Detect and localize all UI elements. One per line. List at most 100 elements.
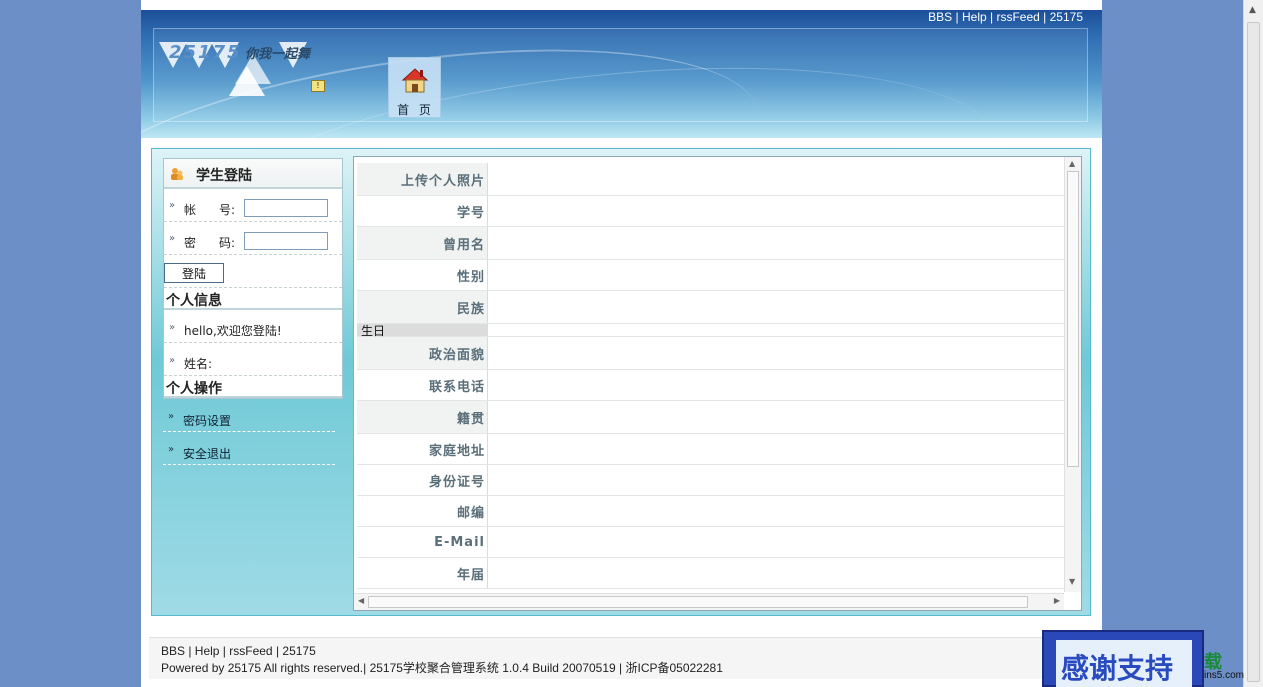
form-vertical-scrollbar[interactable]: ▲ ▼ bbox=[1064, 157, 1081, 592]
scroll-left-icon[interactable]: ◀ bbox=[358, 596, 364, 605]
personal-ops-title-text: 个人操作 bbox=[166, 381, 222, 397]
form-row-political-status: 政治面貌 bbox=[357, 337, 1064, 370]
browser-scrollbar[interactable]: ▲ bbox=[1243, 0, 1263, 687]
scroll-up-icon[interactable]: ▲ bbox=[1249, 5, 1256, 15]
form-label: 联系电话 bbox=[428, 379, 485, 395]
form-label: 籍贯 bbox=[357, 401, 487, 433]
account-label-b: 号: bbox=[219, 203, 236, 217]
form-label: 性别 bbox=[456, 269, 485, 285]
thanks-banner: 感谢支持 bbox=[1042, 630, 1204, 687]
form-row-native-place: 籍贯 bbox=[357, 401, 1064, 434]
form-row-year: 年届 bbox=[357, 558, 1064, 589]
personal-info-title: 个人信息 bbox=[164, 288, 342, 310]
browser-scroll-thumb[interactable] bbox=[1247, 22, 1260, 682]
top-link-rssfeed[interactable]: rssFeed bbox=[996, 10, 1039, 24]
bullet-icon: » bbox=[169, 355, 176, 366]
form-value[interactable] bbox=[487, 434, 1064, 464]
op-logout[interactable]: » 安全退出 bbox=[163, 432, 335, 465]
users-icon bbox=[171, 168, 183, 180]
form-row-postcode: 邮编 bbox=[357, 496, 1064, 527]
watermark-url: ins5.com bbox=[1204, 670, 1245, 681]
form-label: 曾用名 bbox=[357, 227, 487, 259]
form-label: 身份证号 bbox=[428, 474, 485, 490]
form-row-gender: 性别 bbox=[357, 260, 1064, 291]
form-row-home-address: 家庭地址 bbox=[357, 434, 1064, 465]
password-input[interactable] bbox=[244, 232, 328, 250]
form-value[interactable] bbox=[487, 401, 1064, 433]
bullet-icon: » bbox=[168, 411, 175, 422]
content-area: 学生登陆 » 帐 号: » 密 码: 登陆 个人信息 » hello,欢迎您登陆… bbox=[151, 148, 1091, 616]
account-input[interactable] bbox=[244, 199, 328, 217]
password-label-b: 码: bbox=[219, 236, 236, 250]
form-row-photo: 上传个人照片 bbox=[357, 163, 1064, 196]
form-label: 年届 bbox=[456, 567, 485, 583]
nav-home-button[interactable]: 首 页 bbox=[388, 57, 441, 118]
form-value[interactable] bbox=[487, 163, 1064, 195]
form-horizontal-scrollbar[interactable]: ◀ ▶ bbox=[354, 593, 1064, 610]
house-icon bbox=[401, 68, 429, 93]
form-row-phone: 联系电话 bbox=[357, 370, 1064, 401]
form-value[interactable] bbox=[487, 196, 1064, 226]
bullet-icon: » bbox=[169, 200, 176, 211]
logo-slogan: 你我一起舞 bbox=[245, 47, 311, 62]
form-row-student-id: 学号 bbox=[357, 196, 1064, 227]
top-link-bbs[interactable]: BBS bbox=[928, 10, 952, 24]
scroll-up-icon[interactable]: ▲ bbox=[1069, 159, 1075, 168]
op-logout-label[interactable]: 安全退出 bbox=[183, 445, 231, 462]
form-value[interactable] bbox=[487, 465, 1064, 495]
form-label: 政治面貌 bbox=[357, 337, 487, 369]
form-value[interactable] bbox=[487, 324, 1064, 336]
form-value[interactable] bbox=[487, 337, 1064, 369]
login-button-row: 登陆 bbox=[164, 255, 342, 288]
top-link-25175[interactable]: 25175 bbox=[1050, 10, 1083, 24]
student-info-form: 上传个人照片 学号 曾用名 性别 民族 生日 政治面貌 联系电话 籍贯 家庭地址… bbox=[357, 163, 1064, 589]
site-logo[interactable]: 25175 你我一起舞 ! bbox=[159, 40, 335, 98]
form-value[interactable] bbox=[487, 260, 1064, 290]
form-label: E-Mail bbox=[434, 534, 485, 550]
password-label-a: 密 bbox=[184, 236, 197, 250]
login-button[interactable]: 登陆 bbox=[164, 263, 224, 283]
footer-links: BBS | Help | rssFeed | 25175 bbox=[161, 644, 316, 658]
form-label: 邮编 bbox=[456, 505, 485, 521]
bullet-icon: » bbox=[169, 233, 176, 244]
form-value[interactable] bbox=[487, 558, 1064, 588]
form-value[interactable] bbox=[487, 227, 1064, 259]
account-label-a: 帐 bbox=[184, 203, 197, 217]
logo-badge-icon: ! bbox=[311, 80, 325, 92]
welcome-text: hello,欢迎您登陆! bbox=[184, 324, 282, 338]
top-link-help[interactable]: Help bbox=[962, 10, 987, 24]
personal-info-title-text: 个人信息 bbox=[166, 293, 222, 309]
form-label: 上传个人照片 bbox=[357, 163, 487, 195]
form-vertical-scroll-thumb[interactable] bbox=[1067, 171, 1079, 467]
bullet-icon: » bbox=[169, 322, 176, 333]
form-value[interactable] bbox=[487, 527, 1064, 557]
login-panel: 学生登陆 » 帐 号: » 密 码: 登陆 个人信息 » hello,欢迎您登陆… bbox=[163, 158, 343, 399]
login-title: 学生登陆 bbox=[164, 159, 342, 189]
footer-copyright: Powered by 25175 All rights reserved.| 2… bbox=[161, 661, 723, 675]
scroll-right-icon[interactable]: ▶ bbox=[1054, 596, 1060, 605]
personal-ops-list: » 密码设置 » 安全退出 bbox=[163, 399, 343, 465]
logo-number: 25175 bbox=[169, 42, 242, 63]
student-info-frame: 上传个人照片 学号 曾用名 性别 民族 生日 政治面貌 联系电话 籍贯 家庭地址… bbox=[353, 156, 1082, 611]
top-links: BBS | Help | rssFeed | 25175 bbox=[928, 10, 1083, 24]
form-row-email: E-Mail bbox=[357, 527, 1064, 558]
form-label: 生日 bbox=[357, 324, 487, 338]
form-value[interactable] bbox=[487, 496, 1064, 526]
form-value[interactable] bbox=[487, 291, 1064, 323]
name-label: 姓名: bbox=[184, 357, 213, 371]
password-row: » 密 码: bbox=[164, 222, 342, 255]
form-label: 学号 bbox=[456, 205, 485, 221]
scroll-down-icon[interactable]: ▼ bbox=[1069, 577, 1075, 586]
name-row: » 姓名: bbox=[164, 343, 342, 376]
form-label: 民族 bbox=[357, 291, 487, 323]
form-horizontal-scroll-thumb[interactable] bbox=[368, 596, 1028, 608]
header-banner: BBS | Help | rssFeed | 25175 25175 你我一起舞… bbox=[141, 10, 1102, 138]
op-password-settings[interactable]: » 密码设置 bbox=[163, 399, 335, 432]
login-title-text: 学生登陆 bbox=[196, 168, 252, 184]
form-row-id-number: 身份证号 bbox=[357, 465, 1064, 496]
footer: BBS | Help | rssFeed | 25175 Powered by … bbox=[149, 637, 1094, 679]
op-password-settings-label[interactable]: 密码设置 bbox=[183, 412, 231, 429]
form-value[interactable] bbox=[487, 370, 1064, 400]
page: BBS | Help | rssFeed | 25175 25175 你我一起舞… bbox=[141, 0, 1102, 687]
nav-home-label: 首 页 bbox=[397, 103, 434, 117]
